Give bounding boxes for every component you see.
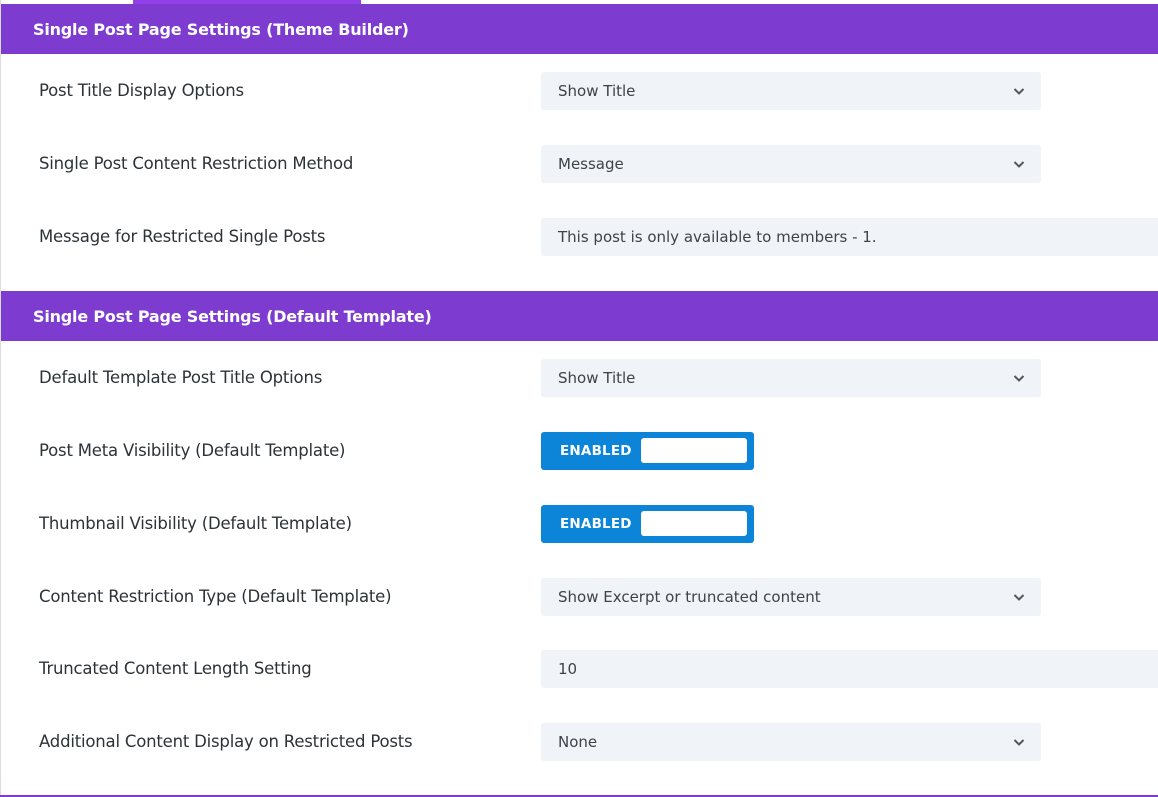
post-meta-visibility-toggle[interactable]: ENABLED <box>541 432 754 470</box>
toggle-knob[interactable] <box>641 438 747 463</box>
setting-label: Truncated Content Length Setting <box>39 659 312 678</box>
chevron-down-icon <box>1013 88 1025 95</box>
setting-row-content-restriction-method: Single Post Content Restriction Method M… <box>0 145 1158 183</box>
thumbnail-visibility-toggle[interactable]: ENABLED <box>541 505 754 543</box>
setting-label: Post Meta Visibility (Default Template) <box>39 441 346 460</box>
section-header-default-template: Single Post Page Settings (Default Templ… <box>1 291 1158 341</box>
setting-row-default-post-title: Default Template Post Title Options Show… <box>0 359 1158 397</box>
default-post-title-select[interactable]: Show Title <box>541 359 1041 397</box>
select-value: Show Title <box>558 369 636 387</box>
truncated-length-input[interactable]: 10 <box>541 650 1158 688</box>
select-value: Message <box>558 155 624 173</box>
section-title: Single Post Page Settings (Theme Builder… <box>33 19 409 39</box>
section-header-theme-builder: Single Post Page Settings (Theme Builder… <box>1 4 1158 54</box>
toggle-state-label: ENABLED <box>560 443 632 459</box>
toggle-state-label: ENABLED <box>560 516 632 532</box>
setting-label: Single Post Content Restriction Method <box>39 154 354 173</box>
post-title-display-select[interactable]: Show Title <box>541 72 1041 110</box>
additional-content-display-select[interactable]: None <box>541 723 1041 761</box>
input-value: This post is only available to members -… <box>558 228 877 246</box>
setting-row-restricted-message: Message for Restricted Single Posts This… <box>0 218 1158 256</box>
setting-row-thumbnail-visibility: Thumbnail Visibility (Default Template) … <box>0 505 1158 543</box>
chevron-down-icon <box>1013 161 1025 168</box>
select-value: Show Title <box>558 82 636 100</box>
setting-row-post-title-display: Post Title Display Options Show Title <box>0 72 1158 110</box>
setting-row-content-restriction-type: Content Restriction Type (Default Templa… <box>0 578 1158 616</box>
setting-label: Default Template Post Title Options <box>39 368 323 387</box>
select-value: Show Excerpt or truncated content <box>558 588 821 606</box>
chevron-down-icon <box>1013 739 1025 746</box>
section-title: Single Post Page Settings (Default Templ… <box>33 306 432 326</box>
select-value: None <box>558 733 598 751</box>
setting-label: Additional Content Display on Restricted… <box>39 732 413 751</box>
chevron-down-icon <box>1013 375 1025 382</box>
setting-label: Thumbnail Visibility (Default Template) <box>39 514 352 533</box>
content-restriction-method-select[interactable]: Message <box>541 145 1041 183</box>
toggle-knob[interactable] <box>641 511 747 536</box>
content-restriction-type-select[interactable]: Show Excerpt or truncated content <box>541 578 1041 616</box>
setting-label: Post Title Display Options <box>39 81 244 100</box>
setting-label: Message for Restricted Single Posts <box>39 227 326 246</box>
setting-row-truncated-length: Truncated Content Length Setting 10 <box>0 650 1158 688</box>
setting-label: Content Restriction Type (Default Templa… <box>39 587 392 606</box>
restricted-message-input[interactable]: This post is only available to members -… <box>541 218 1158 256</box>
chevron-down-icon <box>1013 594 1025 601</box>
setting-row-post-meta-visibility: Post Meta Visibility (Default Template) … <box>0 432 1158 470</box>
input-value: 10 <box>558 660 578 678</box>
setting-row-additional-content-display: Additional Content Display on Restricted… <box>0 723 1158 761</box>
